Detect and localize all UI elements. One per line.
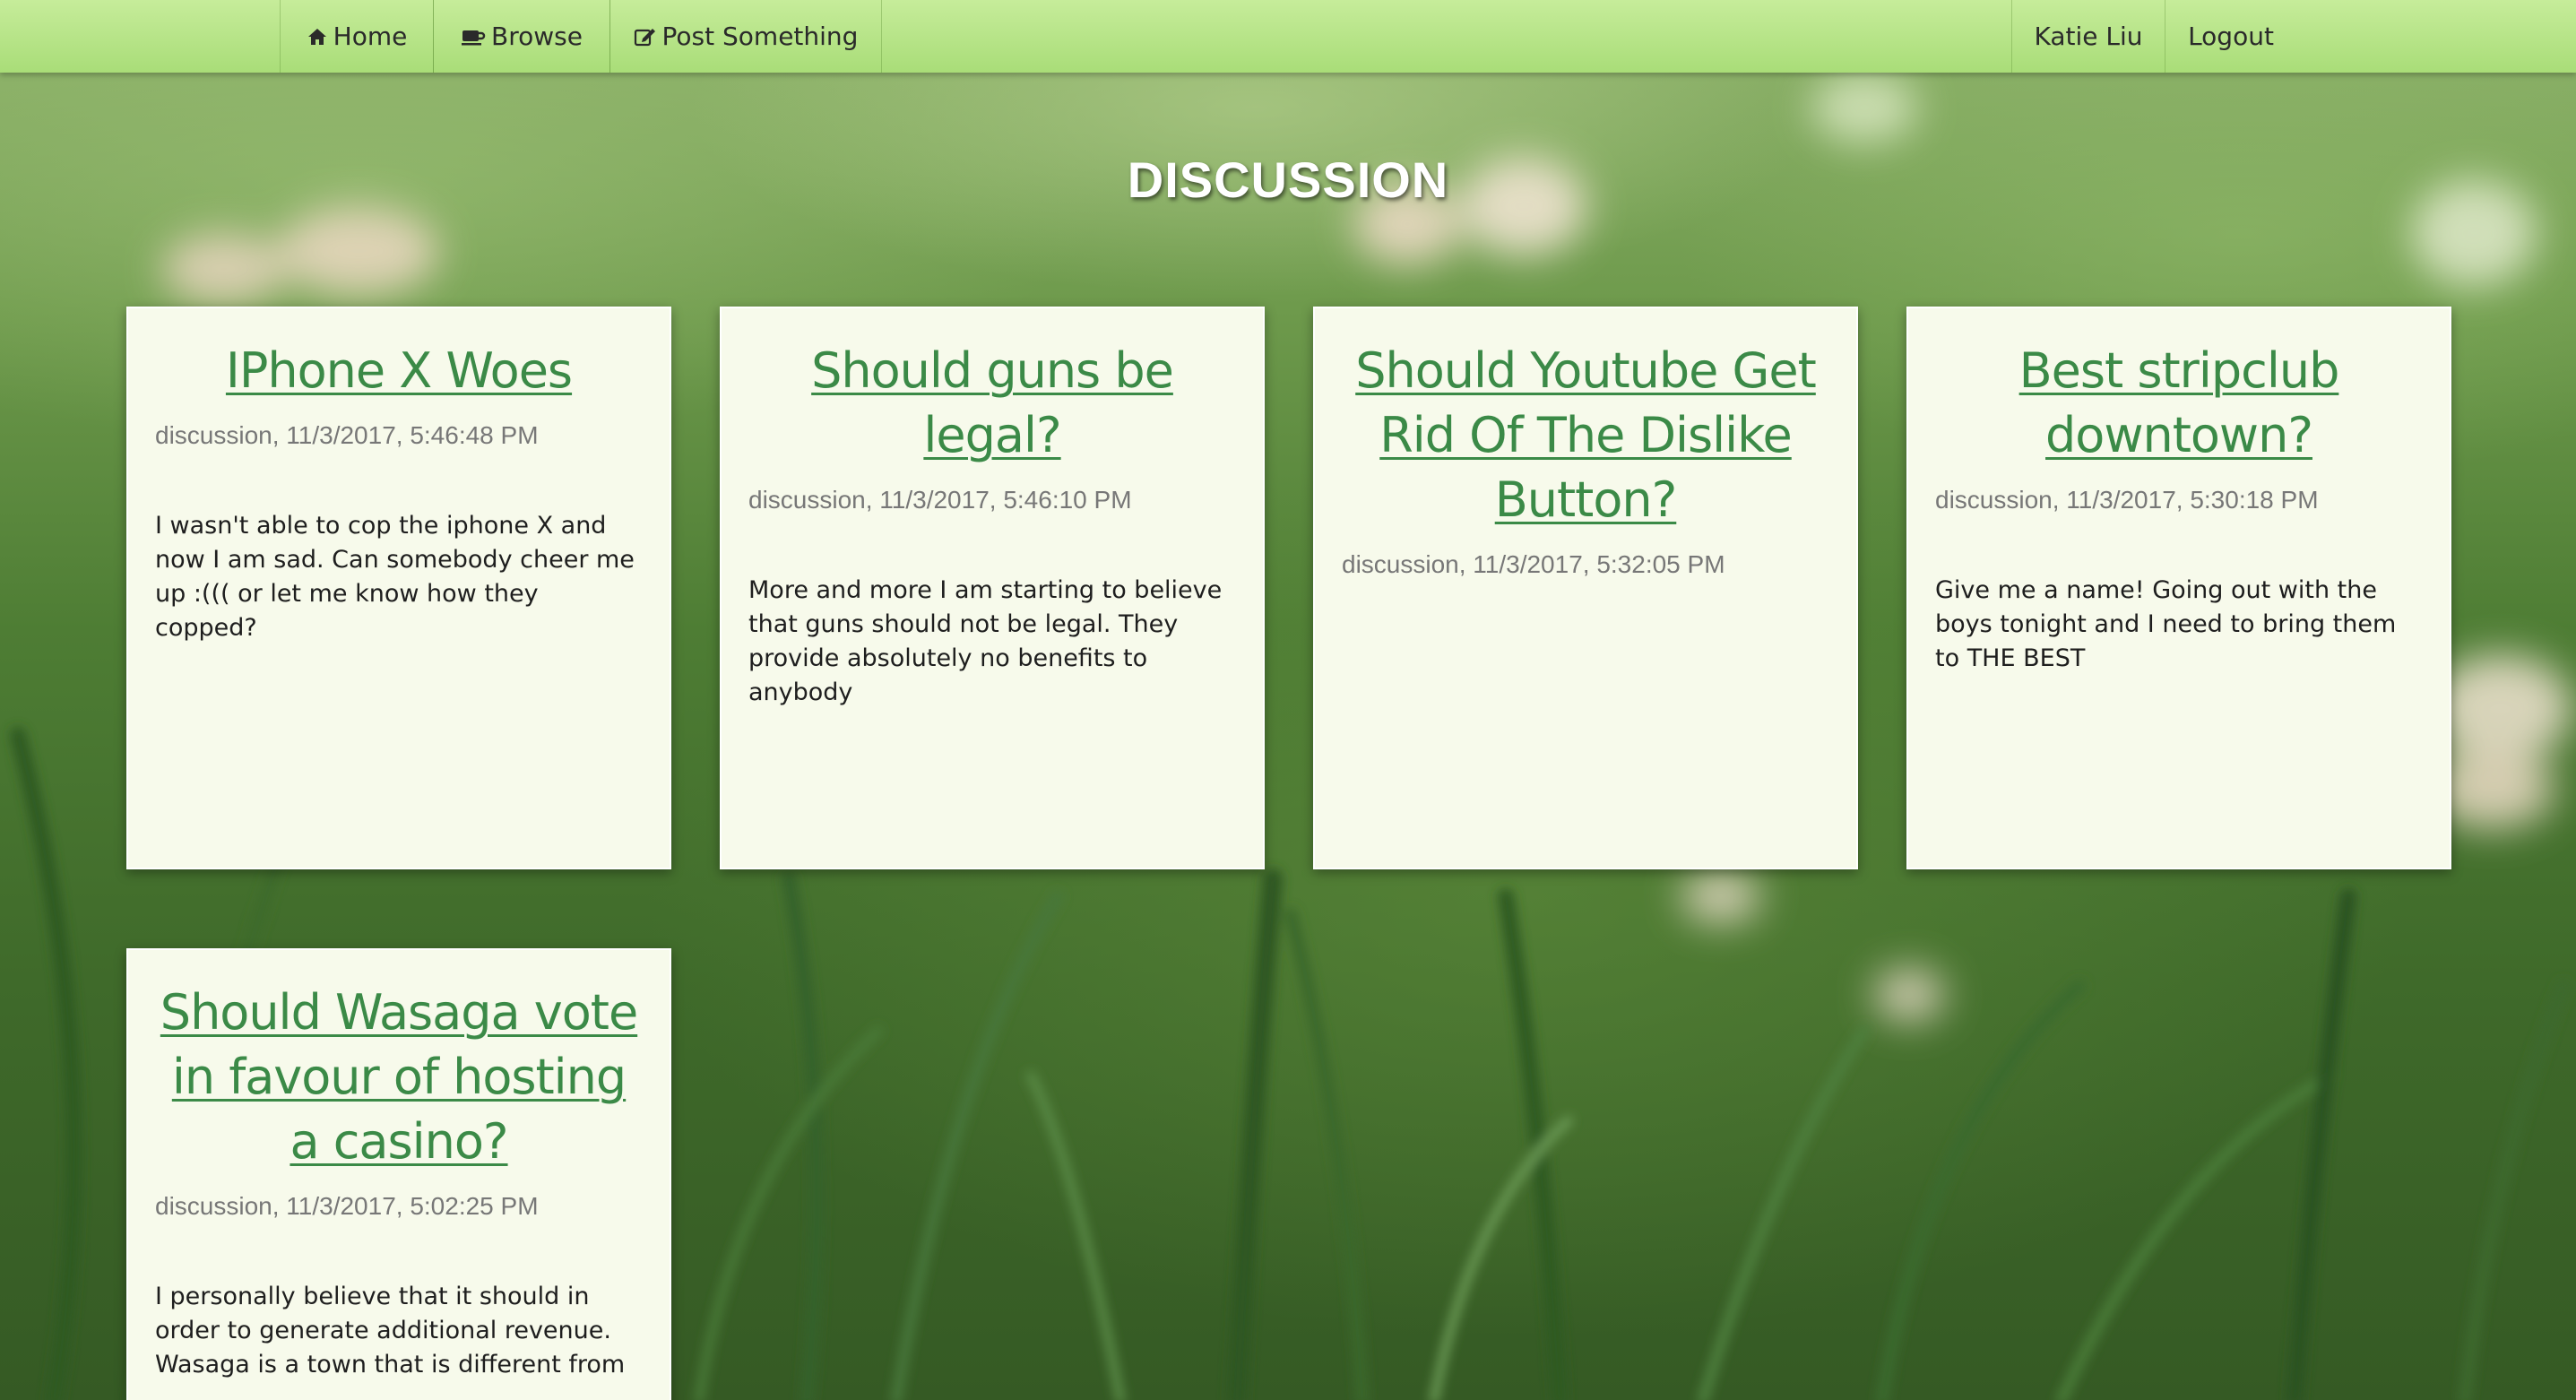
page-title: DISCUSSION [1127, 151, 1449, 208]
post-title-link[interactable]: Should guns be legal? [748, 339, 1236, 468]
post-meta: discussion, 11/3/2017, 5:46:48 PM [155, 421, 539, 449]
post-card: Should guns be legal? discussion, 11/3/2… [720, 307, 1265, 869]
post-body: I personally believe that it should in o… [155, 1283, 626, 1378]
nav-logout-link[interactable]: Logout [2165, 0, 2297, 73]
nav-user-label: Katie Liu [2034, 22, 2143, 51]
post-title-link[interactable]: IPhone X Woes [155, 339, 643, 403]
post-title-link[interactable]: Should Wasaga vote in favour of hosting … [155, 981, 643, 1174]
post-card: Should Youtube Get Rid Of The Dislike Bu… [1313, 307, 1858, 869]
edit-icon [634, 26, 657, 48]
post-meta: discussion, 11/3/2017, 5:32:05 PM [1342, 550, 1725, 578]
post-card: IPhone X Woes discussion, 11/3/2017, 5:4… [126, 307, 671, 869]
nav-user-link[interactable]: Katie Liu [2011, 0, 2165, 73]
top-navbar: Home Browse Post Something Katie Liu Log… [0, 0, 2576, 73]
post-body: I wasn't able to cop the iphone X and no… [155, 512, 635, 642]
post-meta: discussion, 11/3/2017, 5:02:25 PM [155, 1192, 539, 1220]
nav-post-label: Post Something [661, 22, 859, 51]
home-icon [307, 27, 328, 47]
post-meta: discussion, 11/3/2017, 5:46:10 PM [748, 486, 1132, 514]
nav-logout-label: Logout [2188, 22, 2274, 51]
post-body: More and more I am starting to believe t… [748, 576, 1223, 706]
nav-post-link[interactable]: Post Something [609, 0, 882, 73]
post-body: Give me a name! Going out with the boys … [1935, 576, 2397, 672]
nav-home-link[interactable]: Home [280, 0, 434, 73]
post-card: Should Wasaga vote in favour of hosting … [126, 948, 671, 1400]
post-meta: discussion, 11/3/2017, 5:30:18 PM [1935, 486, 2319, 514]
coffee-cup-icon [461, 27, 486, 47]
nav-home-label: Home [333, 22, 408, 51]
post-title-link[interactable]: Best stripclub downtown? [1935, 339, 2423, 468]
post-title-link[interactable]: Should Youtube Get Rid Of The Dislike Bu… [1342, 339, 1829, 532]
nav-browse-link[interactable]: Browse [433, 0, 610, 73]
post-card: Best stripclub downtown? discussion, 11/… [1906, 307, 2451, 869]
nav-browse-label: Browse [491, 22, 583, 51]
